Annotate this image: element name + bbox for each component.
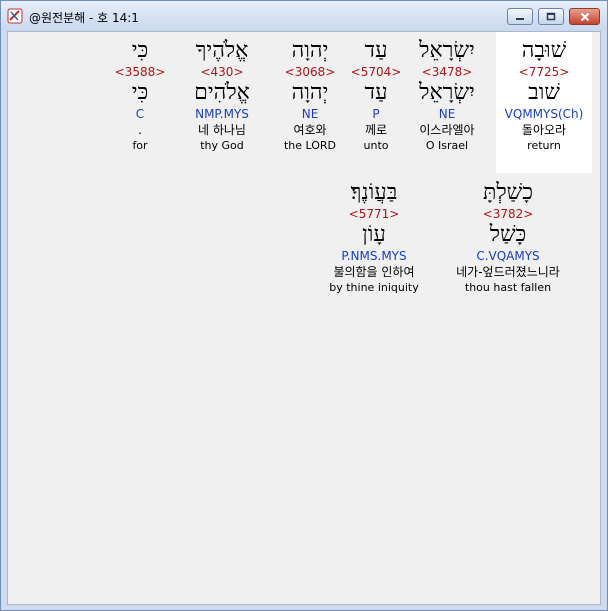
word-block-4[interactable]: יְהוָה <3068> יְהוָה NE 여호와 the LORD (270, 38, 350, 154)
hebrew-word: שׁוּבָה (521, 38, 567, 63)
morphology: C (135, 107, 145, 121)
hebrew-root: יִשְׂרָאֵל (419, 80, 475, 105)
morphology: NMP.MYS (195, 107, 249, 121)
morphology: VQMMYS(Ch) (504, 107, 584, 121)
word-block-6[interactable]: כִּי <3588> כִּי C . for (112, 38, 168, 154)
strong-number[interactable]: <5704> (344, 64, 408, 80)
app-window: @원전분해 - 호 14:1 שׁוּבָה <7725> שׁוב VQMMY… (0, 0, 608, 611)
strong-number[interactable]: <3782> (438, 206, 578, 222)
english-gloss: the LORD (283, 139, 337, 152)
minimize-icon (516, 17, 524, 20)
english-gloss: unto (363, 139, 389, 152)
korean-gloss: 께로 (364, 123, 388, 137)
english-gloss: thou hast fallen (464, 281, 552, 294)
word-block-8[interactable]: בַּעֲוֹנֶךָ׃ <5771> עָוֹן P.NMS.MYS 불의함을… (312, 180, 436, 296)
korean-gloss: 불의함을 인하여 (333, 265, 415, 279)
hebrew-root: שׁוב (528, 80, 560, 105)
korean-gloss: 네 하나님 (198, 123, 246, 137)
strong-number[interactable]: <3068> (270, 64, 350, 80)
hebrew-word: אֱלֹהֶיךָ (195, 38, 249, 63)
korean-gloss: 이스라엘아 (419, 123, 475, 137)
morphology: NE (301, 107, 319, 121)
korean-gloss: 네가-엎드러졌느니라 (456, 265, 560, 279)
english-gloss: for (132, 139, 148, 152)
hebrew-root: כִּי (131, 80, 149, 105)
strong-number[interactable]: <7725> (496, 64, 592, 80)
korean-gloss: . (138, 123, 142, 137)
strong-number[interactable]: <3588> (112, 64, 168, 80)
word-block-1[interactable]: שׁוּבָה <7725> שׁוב VQMMYS(Ch) 돌아오라 retu… (496, 32, 592, 173)
hebrew-word: כִּי (131, 38, 149, 63)
morphology: C.VQAMYS (476, 249, 540, 263)
hebrew-root: עָוֹן (362, 222, 386, 247)
morphology: P.NMS.MYS (341, 249, 407, 263)
strong-number[interactable]: <3478> (402, 64, 492, 80)
close-icon (580, 12, 589, 21)
close-button[interactable] (569, 8, 600, 25)
hebrew-word: בַּעֲוֹנֶךָ׃ (350, 180, 398, 205)
analysis-panel: שׁוּבָה <7725> שׁוב VQMMYS(Ch) 돌아오라 retu… (7, 31, 601, 605)
english-gloss: by thine iniquity (329, 281, 419, 294)
word-block-5[interactable]: אֱלֹהֶיךָ <430> אֱלֹהִים NMP.MYS 네 하나님 t… (180, 38, 264, 154)
english-gloss: return (527, 139, 561, 152)
morphology: NE (438, 107, 456, 121)
hebrew-word: עַד (364, 38, 388, 63)
strong-number[interactable]: <5771> (312, 206, 436, 222)
word-block-7[interactable]: כָשַׁלְתָּ <3782> כָּשַׁל C.VQAMYS 네가-엎드… (438, 180, 578, 296)
english-gloss: thy God (200, 139, 244, 152)
hebrew-word: יִשְׂרָאֵל (419, 38, 475, 63)
word-block-3[interactable]: עַד <5704> עַד P 께로 unto (344, 38, 408, 154)
hebrew-root: כָּשַׁל (489, 222, 527, 247)
maximize-button[interactable] (538, 8, 564, 25)
hebrew-word: יְהוָה (291, 38, 329, 63)
hebrew-word: כָשַׁלְתָּ (482, 180, 534, 205)
hebrew-root: עַד (364, 80, 388, 105)
english-gloss: O Israel (425, 139, 469, 152)
korean-gloss: 여호와 (293, 123, 327, 137)
hebrew-root: אֱלֹהִים (194, 80, 250, 105)
maximize-icon (546, 12, 556, 21)
minimize-button[interactable] (507, 8, 533, 25)
word-block-2[interactable]: יִשְׂרָאֵל <3478> יִשְׂרָאֵל NE 이스라엘아 O … (402, 38, 492, 154)
hebrew-root: יְהוָה (291, 80, 329, 105)
title-bar[interactable]: @원전분해 - 호 14:1 (1, 1, 607, 31)
app-icon (7, 8, 23, 24)
morphology: P (372, 107, 380, 121)
window-title: @원전분해 - 호 14:1 (29, 11, 139, 25)
strong-number[interactable]: <430> (180, 64, 264, 80)
korean-gloss: 돌아오라 (521, 123, 567, 137)
